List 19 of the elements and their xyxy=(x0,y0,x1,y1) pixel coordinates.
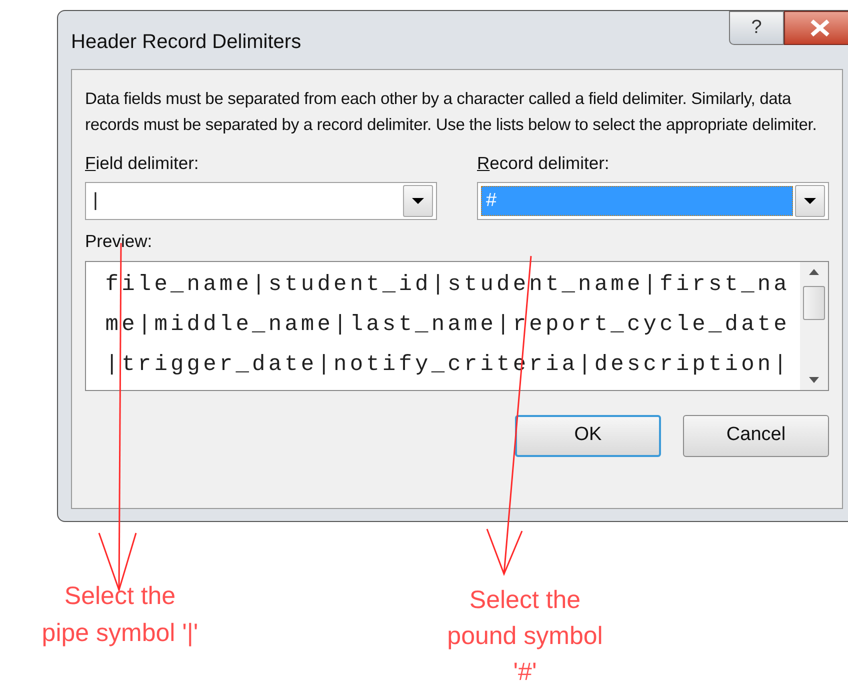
help-button[interactable]: ? xyxy=(729,11,784,45)
window-title: Header Record Delimiters xyxy=(71,30,302,55)
scrollbar[interactable] xyxy=(800,262,828,390)
annotation-text: Select the pipe symbol '|' xyxy=(40,581,200,649)
field-label: Field delimiter: xyxy=(85,152,200,175)
description-text: Data fields must be separated from each other by a character called a field delimiter. Similarly, data records must be separated by a record delimiter. Use the lists below to select the appropriate delimiter. xyxy=(85,88,818,136)
preview-label: Preview: xyxy=(85,230,154,254)
dialog-button[interactable]: OK xyxy=(515,414,661,456)
scroll-up-icon[interactable] xyxy=(808,268,820,276)
dropdown-value: | xyxy=(92,189,99,213)
annotation-text: Select the pound symbol '#' xyxy=(446,585,604,681)
dropdown[interactable]: | xyxy=(85,182,437,220)
close-icon xyxy=(809,19,831,37)
scroll-down-icon[interactable] xyxy=(808,376,820,384)
dialog-button[interactable]: Cancel xyxy=(683,414,829,456)
field-label: Record delimiter: xyxy=(477,152,610,175)
close-button[interactable] xyxy=(784,11,848,45)
dropdown-value: # xyxy=(481,186,793,216)
scroll-thumb[interactable] xyxy=(803,286,825,320)
